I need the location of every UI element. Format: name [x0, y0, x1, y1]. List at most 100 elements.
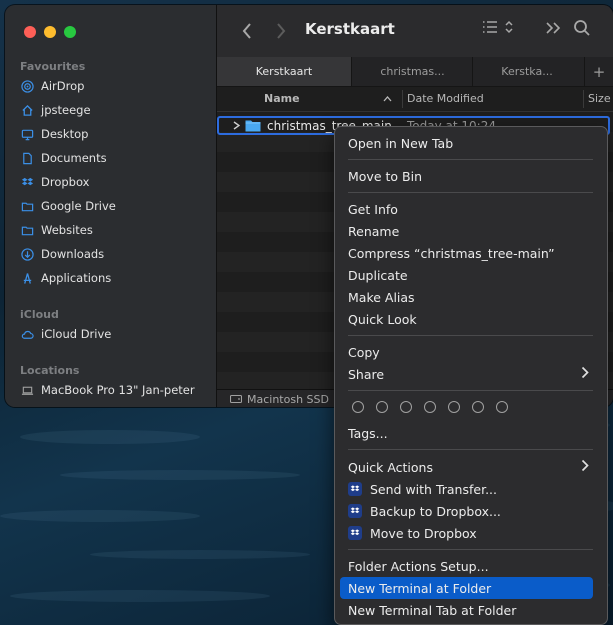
double-chevron-icon [546, 22, 561, 34]
list-view-icon [483, 21, 497, 33]
menu-separator [348, 159, 593, 160]
sidebar-item-label: jpsteege [41, 103, 91, 117]
menu-item-share[interactable]: Share [340, 363, 593, 385]
sidebar-item-icloud-drive[interactable]: iCloud Drive [20, 324, 111, 344]
sidebar-item-macbook[interactable]: MacBook Pro 13" Jan-peter [20, 380, 195, 400]
toolbar: Kerstkaart [217, 5, 613, 57]
menu-item-move-to-dropbox[interactable]: Move to Dropbox [340, 522, 593, 544]
home-icon [20, 103, 34, 117]
more-toolbar-button[interactable] [545, 21, 561, 35]
view-options-button[interactable] [482, 19, 514, 35]
menu-item-move-to-bin[interactable]: Move to Bin [340, 165, 593, 187]
sidebar-item-dropbox[interactable]: Dropbox [20, 172, 89, 192]
column-divider [402, 90, 403, 108]
column-header: Name Date Modified Size [217, 87, 613, 112]
sidebar-item-label: Desktop [41, 127, 89, 141]
menu-item-quick-actions[interactable]: Quick Actions [340, 456, 593, 478]
menu-item-compress[interactable]: Compress “christmas_tree-main” [340, 242, 593, 264]
menu-item-copy[interactable]: Copy [340, 341, 593, 363]
column-name[interactable]: Name [264, 92, 300, 105]
search-button[interactable] [573, 19, 591, 37]
menu-separator [348, 549, 593, 550]
document-icon [20, 151, 34, 165]
sidebar-heading-favourites: Favourites [20, 60, 86, 73]
sidebar-item-documents[interactable]: Documents [20, 148, 107, 168]
chevron-updown-icon [505, 20, 513, 34]
applications-icon [20, 271, 34, 285]
tag-color-dot[interactable] [472, 401, 484, 413]
menu-item-folder-actions-setup[interactable]: Folder Actions Setup... [340, 555, 593, 577]
search-icon [574, 20, 590, 36]
download-icon [20, 247, 34, 261]
menu-item-make-alias[interactable]: Make Alias [340, 286, 593, 308]
dropbox-icon [348, 526, 362, 540]
back-button[interactable] [237, 18, 257, 44]
sidebar-item-applications[interactable]: Applications [20, 268, 111, 288]
tag-color-dot[interactable] [376, 401, 388, 413]
sidebar: Favourites AirDrop jpsteege Desktop Docu… [5, 5, 217, 407]
menu-item-quick-look[interactable]: Quick Look [340, 308, 593, 330]
disclosure-triangle-icon[interactable] [233, 119, 241, 133]
menu-item-new-terminal-tab-at-folder[interactable]: New Terminal Tab at Folder [340, 599, 593, 621]
column-date-modified[interactable]: Date Modified [407, 92, 484, 105]
new-tab-button[interactable]: + [584, 57, 613, 86]
dropbox-icon [348, 504, 362, 518]
sidebar-item-label: Downloads [41, 247, 105, 261]
tag-color-dot[interactable] [424, 401, 436, 413]
sidebar-item-google-drive[interactable]: Google Drive [20, 196, 116, 216]
tab-kerstkaart-2[interactable]: Kerstka... [472, 57, 581, 86]
menu-item-tags[interactable]: Tags... [340, 422, 593, 444]
menu-item-send-with-transfer[interactable]: Send with Transfer... [340, 478, 593, 500]
sidebar-item-websites[interactable]: Websites [20, 220, 93, 240]
folder-icon [245, 119, 261, 132]
sidebar-item-airdrop[interactable]: AirDrop [20, 76, 84, 96]
sidebar-item-label: Dropbox [41, 175, 90, 189]
menu-item-rename[interactable]: Rename [340, 220, 593, 242]
folder-icon [20, 199, 34, 213]
status-disk-label[interactable]: Macintosh SSD [247, 393, 329, 406]
dropbox-icon [20, 175, 34, 189]
sidebar-item-desktop[interactable]: Desktop [20, 124, 88, 144]
sidebar-item-downloads[interactable]: Downloads [20, 244, 104, 264]
menu-item-new-terminal-at-folder[interactable]: New Terminal at Folder [340, 577, 593, 599]
tab-kerstkaart[interactable]: Kerstkaart [217, 57, 351, 86]
folder-icon [20, 223, 34, 237]
cloud-icon [20, 327, 34, 341]
menu-item-duplicate[interactable]: Duplicate [340, 264, 593, 286]
menu-item-get-info[interactable]: Get Info [340, 198, 593, 220]
desktop-icon [20, 127, 34, 141]
tab-bar: Kerstkaart christmas... Kerstka... + [217, 57, 613, 87]
chevron-right-icon [581, 459, 589, 475]
sidebar-item-label: Applications [41, 271, 112, 285]
menu-separator [348, 192, 593, 193]
menu-item-open-in-new-tab[interactable]: Open in New Tab [340, 132, 593, 154]
tag-color-dot[interactable] [400, 401, 412, 413]
tag-color-dot[interactable] [496, 401, 508, 413]
menu-separator [348, 335, 593, 336]
chevron-right-icon [581, 366, 589, 382]
tag-color-dot[interactable] [352, 401, 364, 413]
disk-icon [230, 394, 242, 404]
zoom-button[interactable] [64, 26, 76, 38]
tab-christmas[interactable]: christmas... [351, 57, 473, 86]
sidebar-item-label: iCloud Drive [41, 327, 112, 341]
forward-button[interactable] [271, 18, 291, 44]
context-menu: Open in New Tab Move to Bin Get Info Ren… [334, 126, 608, 625]
menu-separator [348, 390, 593, 391]
sidebar-item-label: Google Drive [41, 199, 116, 213]
column-size[interactable]: Size [588, 92, 611, 105]
airdrop-icon [20, 79, 34, 93]
sidebar-item-label: MacBook Pro 13" Jan-peter [41, 383, 195, 397]
window-title: Kerstkaart [305, 20, 395, 38]
tag-color-dot[interactable] [448, 401, 460, 413]
column-divider [583, 90, 584, 108]
sidebar-item-label: Websites [41, 223, 93, 237]
sidebar-item-jpsteege[interactable]: jpsteege [20, 100, 91, 120]
menu-separator [348, 449, 593, 450]
menu-item-backup-to-dropbox[interactable]: Backup to Dropbox... [340, 500, 593, 522]
sidebar-heading-icloud: iCloud [20, 308, 59, 321]
sidebar-item-label: AirDrop [41, 79, 85, 93]
sidebar-item-label: Documents [41, 151, 107, 165]
minimize-button[interactable] [44, 26, 56, 38]
close-button[interactable] [24, 26, 36, 38]
